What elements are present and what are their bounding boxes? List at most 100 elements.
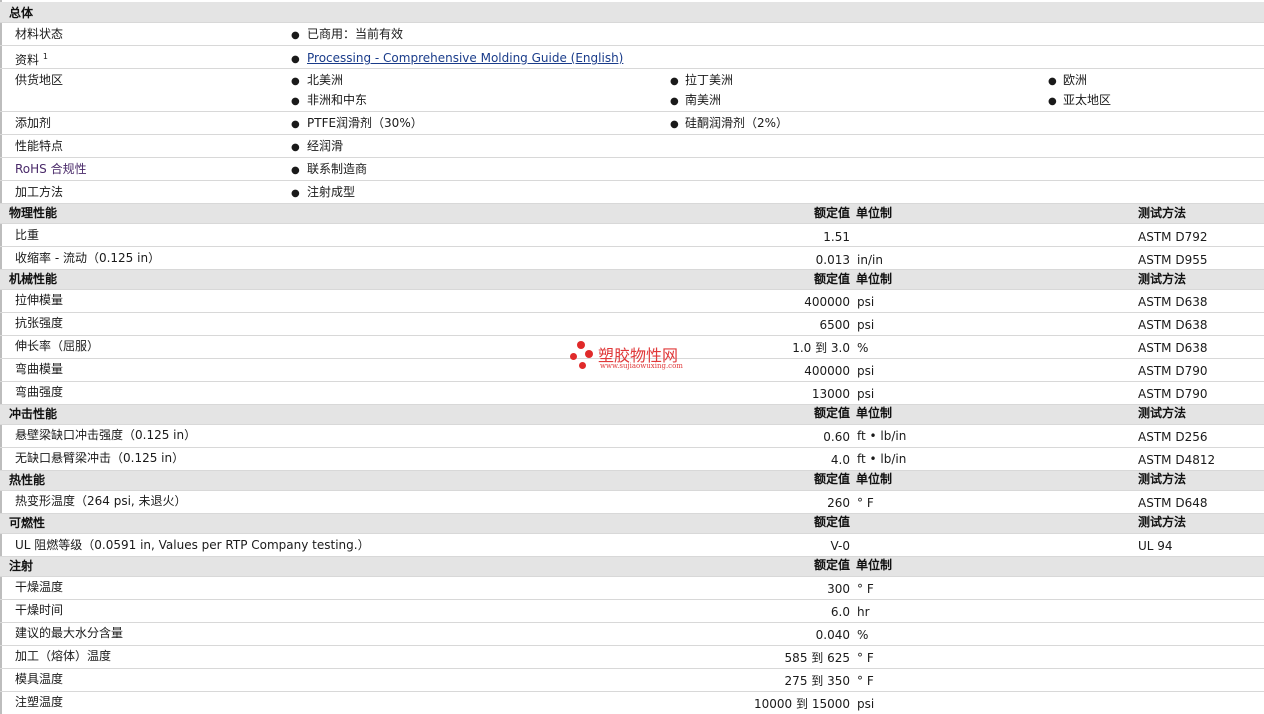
test-method: ASTM D638 [1138, 295, 1208, 309]
property-value: 0.013 [815, 253, 850, 267]
region-value: 亚太地区 [1063, 93, 1112, 107]
bullet-icon [1048, 93, 1057, 109]
bullet-icon [291, 73, 300, 89]
column-header-value: 额定值 [813, 515, 850, 529]
property-unit: psi [857, 697, 875, 711]
section-title: 物理性能 [9, 206, 58, 220]
column-header-unit: 单位制 [856, 206, 893, 220]
property-value: 300 [827, 582, 850, 596]
test-method: ASTM D790 [1138, 387, 1208, 401]
section-header-injection: 注射 额定值 单位制 [0, 557, 1264, 577]
logo-dot-icon [577, 341, 585, 349]
section-header-physical: 物理性能 额定值 单位制 测试方法 [0, 204, 1264, 224]
bullet-icon [670, 93, 679, 109]
processing-guide-link[interactable]: Processing - Comprehensive Molding Guide… [307, 51, 623, 65]
table-row: 悬壁梁缺口冲击强度（0.125 in） 0.60 ft • lb/in ASTM… [0, 425, 1264, 448]
region-value: 欧洲 [1063, 73, 1088, 87]
property-unit: ft • lb/in [857, 452, 907, 466]
column-header-test: 测试方法 [1138, 272, 1187, 286]
bullet-icon [1048, 73, 1057, 89]
column-header-unit: 单位制 [856, 472, 893, 486]
section-header-general: 总体 [0, 2, 1264, 23]
table-row: 加工（熔体）温度 585 到 625 ° F [0, 646, 1264, 669]
property-label: 建议的最大水分含量 [15, 626, 124, 640]
property-value: 联系制造商 [307, 162, 368, 176]
property-unit: ° F [857, 651, 874, 665]
property-label: 拉伸模量 [15, 293, 64, 307]
property-value: 硅酮润滑剂（2%） [685, 116, 789, 130]
property-value: 1.0 到 3.0 [792, 341, 850, 355]
logo-dot-icon [585, 350, 593, 358]
row-material-status: 材料状态 已商用：当前有效 [0, 23, 1264, 46]
column-header-value: 额定值 [813, 406, 850, 420]
test-method: ASTM D790 [1138, 364, 1208, 378]
property-value: 已商用：当前有效 [307, 27, 404, 41]
bullet-icon [291, 116, 300, 132]
property-label: 供货地区 [15, 73, 64, 87]
property-label: 热变形温度（264 psi, 未退火） [15, 494, 187, 508]
section-title: 总体 [9, 6, 34, 20]
property-value: 400000 [804, 364, 850, 378]
section-header-flammability: 可燃性 额定值 测试方法 [0, 514, 1264, 534]
property-unit: psi [857, 364, 875, 378]
table-row: 建议的最大水分含量 0.040 % [0, 623, 1264, 646]
property-label: 弯曲强度 [15, 385, 64, 399]
property-label: 悬壁梁缺口冲击强度（0.125 in） [15, 428, 197, 442]
table-row: 注塑温度 10000 到 15000 psi [0, 692, 1264, 714]
property-unit: % [857, 628, 869, 642]
property-label: 加工（熔体）温度 [15, 649, 112, 663]
property-value: 0.040 [815, 628, 850, 642]
property-unit: psi [857, 295, 875, 309]
table-row: 无缺口悬臂梁冲击（0.125 in） 4.0 ft • lb/in ASTM D… [0, 448, 1264, 471]
property-label: 伸长率（屈服） [15, 339, 100, 353]
column-header-test: 测试方法 [1138, 472, 1187, 486]
test-method: ASTM D955 [1138, 253, 1208, 267]
property-label: 比重 [15, 228, 40, 242]
column-header-value: 额定值 [813, 472, 850, 486]
bullet-icon [291, 93, 300, 109]
property-label: 注塑温度 [15, 695, 64, 709]
test-method: ASTM D648 [1138, 496, 1208, 510]
column-header-unit: 单位制 [856, 272, 893, 286]
section-header-mechanical: 机械性能 额定值 单位制 测试方法 [0, 270, 1264, 290]
property-value: 4.0 [830, 453, 850, 467]
property-value: 注射成型 [307, 185, 356, 199]
section-header-impact: 冲击性能 额定值 单位制 测试方法 [0, 405, 1264, 425]
property-value: 275 到 350 [784, 674, 850, 688]
test-method: ASTM D792 [1138, 230, 1208, 244]
section-header-thermal: 热性能 额定值 单位制 测试方法 [0, 471, 1264, 491]
property-value: 6.0 [830, 605, 850, 619]
section-title: 注射 [9, 559, 34, 573]
property-value: 6500 [819, 318, 850, 332]
column-header-unit: 单位制 [856, 406, 893, 420]
property-label: 模具温度 [15, 672, 64, 686]
bullet-icon [291, 162, 300, 178]
section-title: 热性能 [9, 473, 46, 487]
property-value: 10000 到 15000 [754, 697, 850, 711]
property-label: 干燥时间 [15, 603, 64, 617]
region-value: 北美洲 [307, 73, 344, 87]
bullet-icon [291, 185, 300, 201]
property-label: 抗张强度 [15, 316, 64, 330]
table-row: 热变形温度（264 psi, 未退火） 260 ° F ASTM D648 [0, 491, 1264, 514]
row-documents: 资料 1 Processing - Comprehensive Molding … [0, 46, 1264, 69]
column-header-test: 测试方法 [1138, 406, 1187, 420]
section-title: 可燃性 [9, 516, 46, 530]
test-method: ASTM D4812 [1138, 453, 1216, 467]
logo-dot-icon [579, 362, 586, 369]
property-unit: hr [857, 605, 870, 619]
property-value: 经润滑 [307, 139, 344, 153]
table-row: 干燥温度 300 ° F [0, 577, 1264, 600]
property-unit: ° F [857, 582, 874, 596]
column-header-unit: 单位制 [856, 558, 893, 572]
property-unit: in/in [857, 253, 883, 267]
bullet-icon [291, 27, 300, 43]
section-title: 冲击性能 [9, 407, 58, 421]
table-row: 干燥时间 6.0 hr [0, 600, 1264, 623]
property-label: 加工方法 [15, 185, 64, 199]
watermark-url: www.sujiaowuxing.com [600, 362, 683, 370]
footnote-marker: 1 [42, 52, 48, 61]
property-label: 无缺口悬臂梁冲击（0.125 in） [15, 451, 185, 465]
property-unit: ° F [857, 674, 874, 688]
property-label: 性能特点 [15, 139, 64, 153]
